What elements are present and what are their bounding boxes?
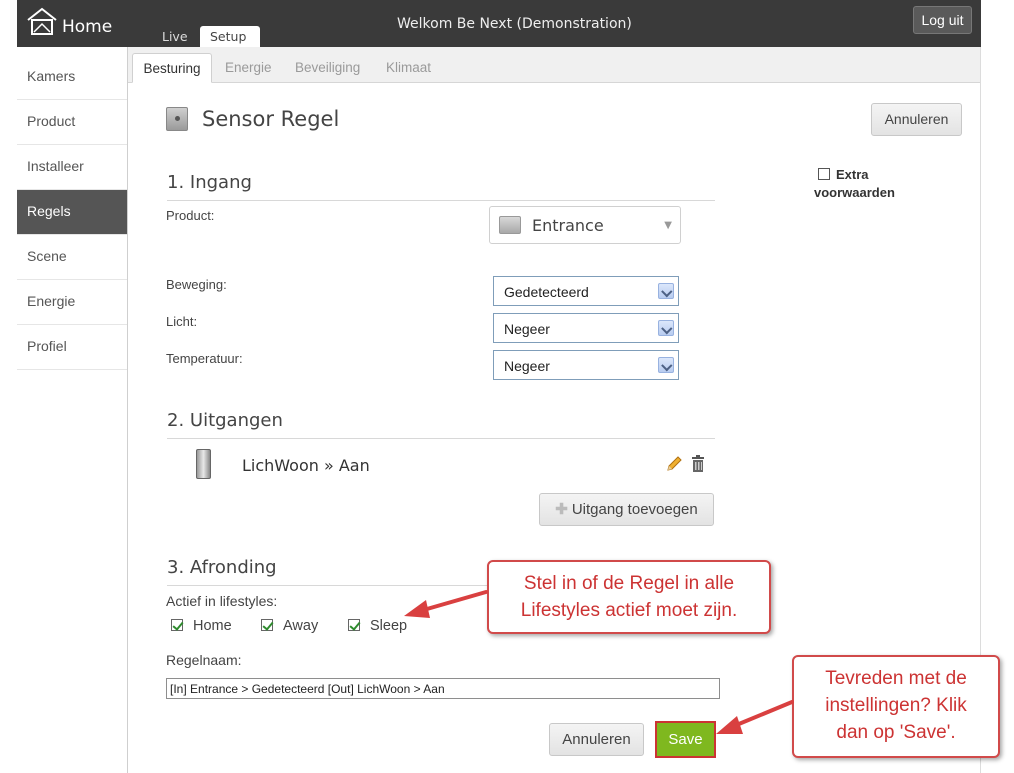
licht-select[interactable]: Negeer — [493, 313, 679, 343]
sidebar-item-product[interactable]: Product — [17, 100, 127, 145]
home-label[interactable]: Home — [62, 17, 112, 37]
callout-arrow-icon — [716, 700, 794, 734]
add-output-button[interactable]: ✚ Uitgang toevoegen — [539, 493, 714, 526]
product-select[interactable]: Entrance ▼ — [489, 206, 681, 244]
extra-conditions-label-1: Extra — [836, 167, 869, 182]
trash-icon[interactable] — [690, 455, 706, 473]
sub-tab-bar: Besturing Energie Beveiliging Klimaat — [128, 47, 980, 83]
home-icon[interactable] — [25, 6, 59, 36]
temperatuur-value: Negeer — [504, 358, 550, 374]
rule-name-label: Regelnaam: — [166, 652, 242, 668]
pencil-icon[interactable] — [665, 455, 683, 473]
chevron-down-icon — [658, 357, 674, 373]
sensor-icon — [166, 107, 188, 131]
extra-conditions-label-2: voorwaarden — [814, 185, 895, 200]
sidebar: Kamers Product Installeer Regels Scene E… — [17, 55, 127, 370]
plus-icon: ✚ — [555, 501, 568, 518]
beweging-value: Gedetecteerd — [504, 284, 589, 300]
extra-conditions[interactable]: Extra voorwaarden — [814, 166, 895, 202]
section-title-afronding: 3. Afronding — [167, 557, 277, 578]
lifestyle-home[interactable]: Home — [171, 618, 232, 634]
lifestyle-sleep-checkbox[interactable] — [348, 619, 360, 631]
sidebar-item-installeer[interactable]: Installeer — [17, 145, 127, 190]
callout-save-line-2: instellingen? Klik — [825, 695, 967, 716]
tab-besturing[interactable]: Besturing — [132, 53, 212, 83]
callout-lifestyles-line-1: Stel in of de Regel in alle — [523, 573, 735, 594]
extra-conditions-checkbox[interactable] — [818, 168, 830, 180]
lifestyles-label: Actief in lifestyles: — [166, 593, 278, 609]
top-bar: Home Live Setup Welkom Be Next (Demonstr… — [17, 0, 981, 47]
lifestyle-away-label: Away — [283, 618, 319, 634]
rule-name-input[interactable]: [In] Entrance > Gedetecteerd [Out] LichW… — [166, 678, 720, 699]
sidebar-item-energie[interactable]: Energie — [17, 280, 127, 325]
tab-live[interactable]: Live — [152, 26, 198, 47]
add-output-label: Uitgang toevoegen — [571, 501, 698, 518]
lifestyle-home-checkbox[interactable] — [171, 619, 183, 631]
sidebar-item-scene[interactable]: Scene — [17, 235, 127, 280]
output-item-label: LichWoon » Aan — [242, 456, 370, 475]
tab-beveiliging[interactable]: Beveiliging — [295, 53, 360, 83]
section-title-ingang: 1. Ingang — [167, 172, 252, 193]
temperatuur-select[interactable]: Negeer — [493, 350, 679, 380]
beweging-select[interactable]: Gedetecteerd — [493, 276, 679, 306]
logout-button[interactable]: Log uit — [913, 6, 972, 34]
callout-save-line-1: Tevreden met de — [825, 668, 967, 689]
callout-save-line-3: dan op 'Save'. — [836, 722, 956, 743]
section-divider — [167, 200, 715, 201]
section-title-uitgangen: 2. Uitgangen — [167, 410, 283, 431]
switch-icon — [196, 449, 211, 479]
lifestyle-away[interactable]: Away — [261, 618, 318, 634]
cancel-button-top[interactable]: Annuleren — [871, 103, 962, 136]
cancel-button-bottom[interactable]: Annuleren — [549, 723, 644, 756]
temperatuur-label: Temperatuur: — [166, 351, 243, 366]
tab-klimaat[interactable]: Klimaat — [386, 53, 431, 83]
page-title: Sensor Regel — [202, 107, 340, 131]
licht-value: Negeer — [504, 321, 550, 337]
lifestyle-away-checkbox[interactable] — [261, 619, 273, 631]
chevron-down-icon — [658, 320, 674, 336]
product-device-icon — [499, 216, 521, 234]
chevron-down-icon: ▼ — [664, 220, 672, 231]
welcome-text: Welkom Be Next (Demonstration) — [397, 16, 632, 32]
sidebar-item-profiel[interactable]: Profiel — [17, 325, 127, 370]
tab-energie[interactable]: Energie — [225, 53, 272, 83]
licht-label: Licht: — [166, 314, 198, 329]
product-label: Product: — [166, 208, 215, 223]
product-value: Entrance — [532, 216, 604, 235]
section-divider — [167, 438, 715, 439]
callout-arrow-icon — [404, 590, 488, 618]
tab-setup[interactable]: Setup — [200, 26, 260, 47]
lifestyle-sleep[interactable]: Sleep — [348, 618, 407, 634]
sidebar-divider — [127, 47, 128, 773]
callout-lifestyles-line-2: Lifestyles actief moet zijn. — [520, 600, 738, 621]
beweging-label: Beweging: — [166, 277, 227, 292]
lifestyle-home-label: Home — [193, 618, 232, 634]
callout-lifestyles: Stel in of de Regel in alle Lifestyles a… — [487, 560, 771, 634]
sidebar-item-kamers[interactable]: Kamers — [17, 55, 127, 100]
chevron-down-icon — [658, 283, 674, 299]
save-button[interactable]: Save — [655, 721, 716, 758]
sidebar-item-regels[interactable]: Regels — [17, 190, 127, 235]
callout-save: Tevreden met de instellingen? Klik dan o… — [792, 655, 1000, 758]
